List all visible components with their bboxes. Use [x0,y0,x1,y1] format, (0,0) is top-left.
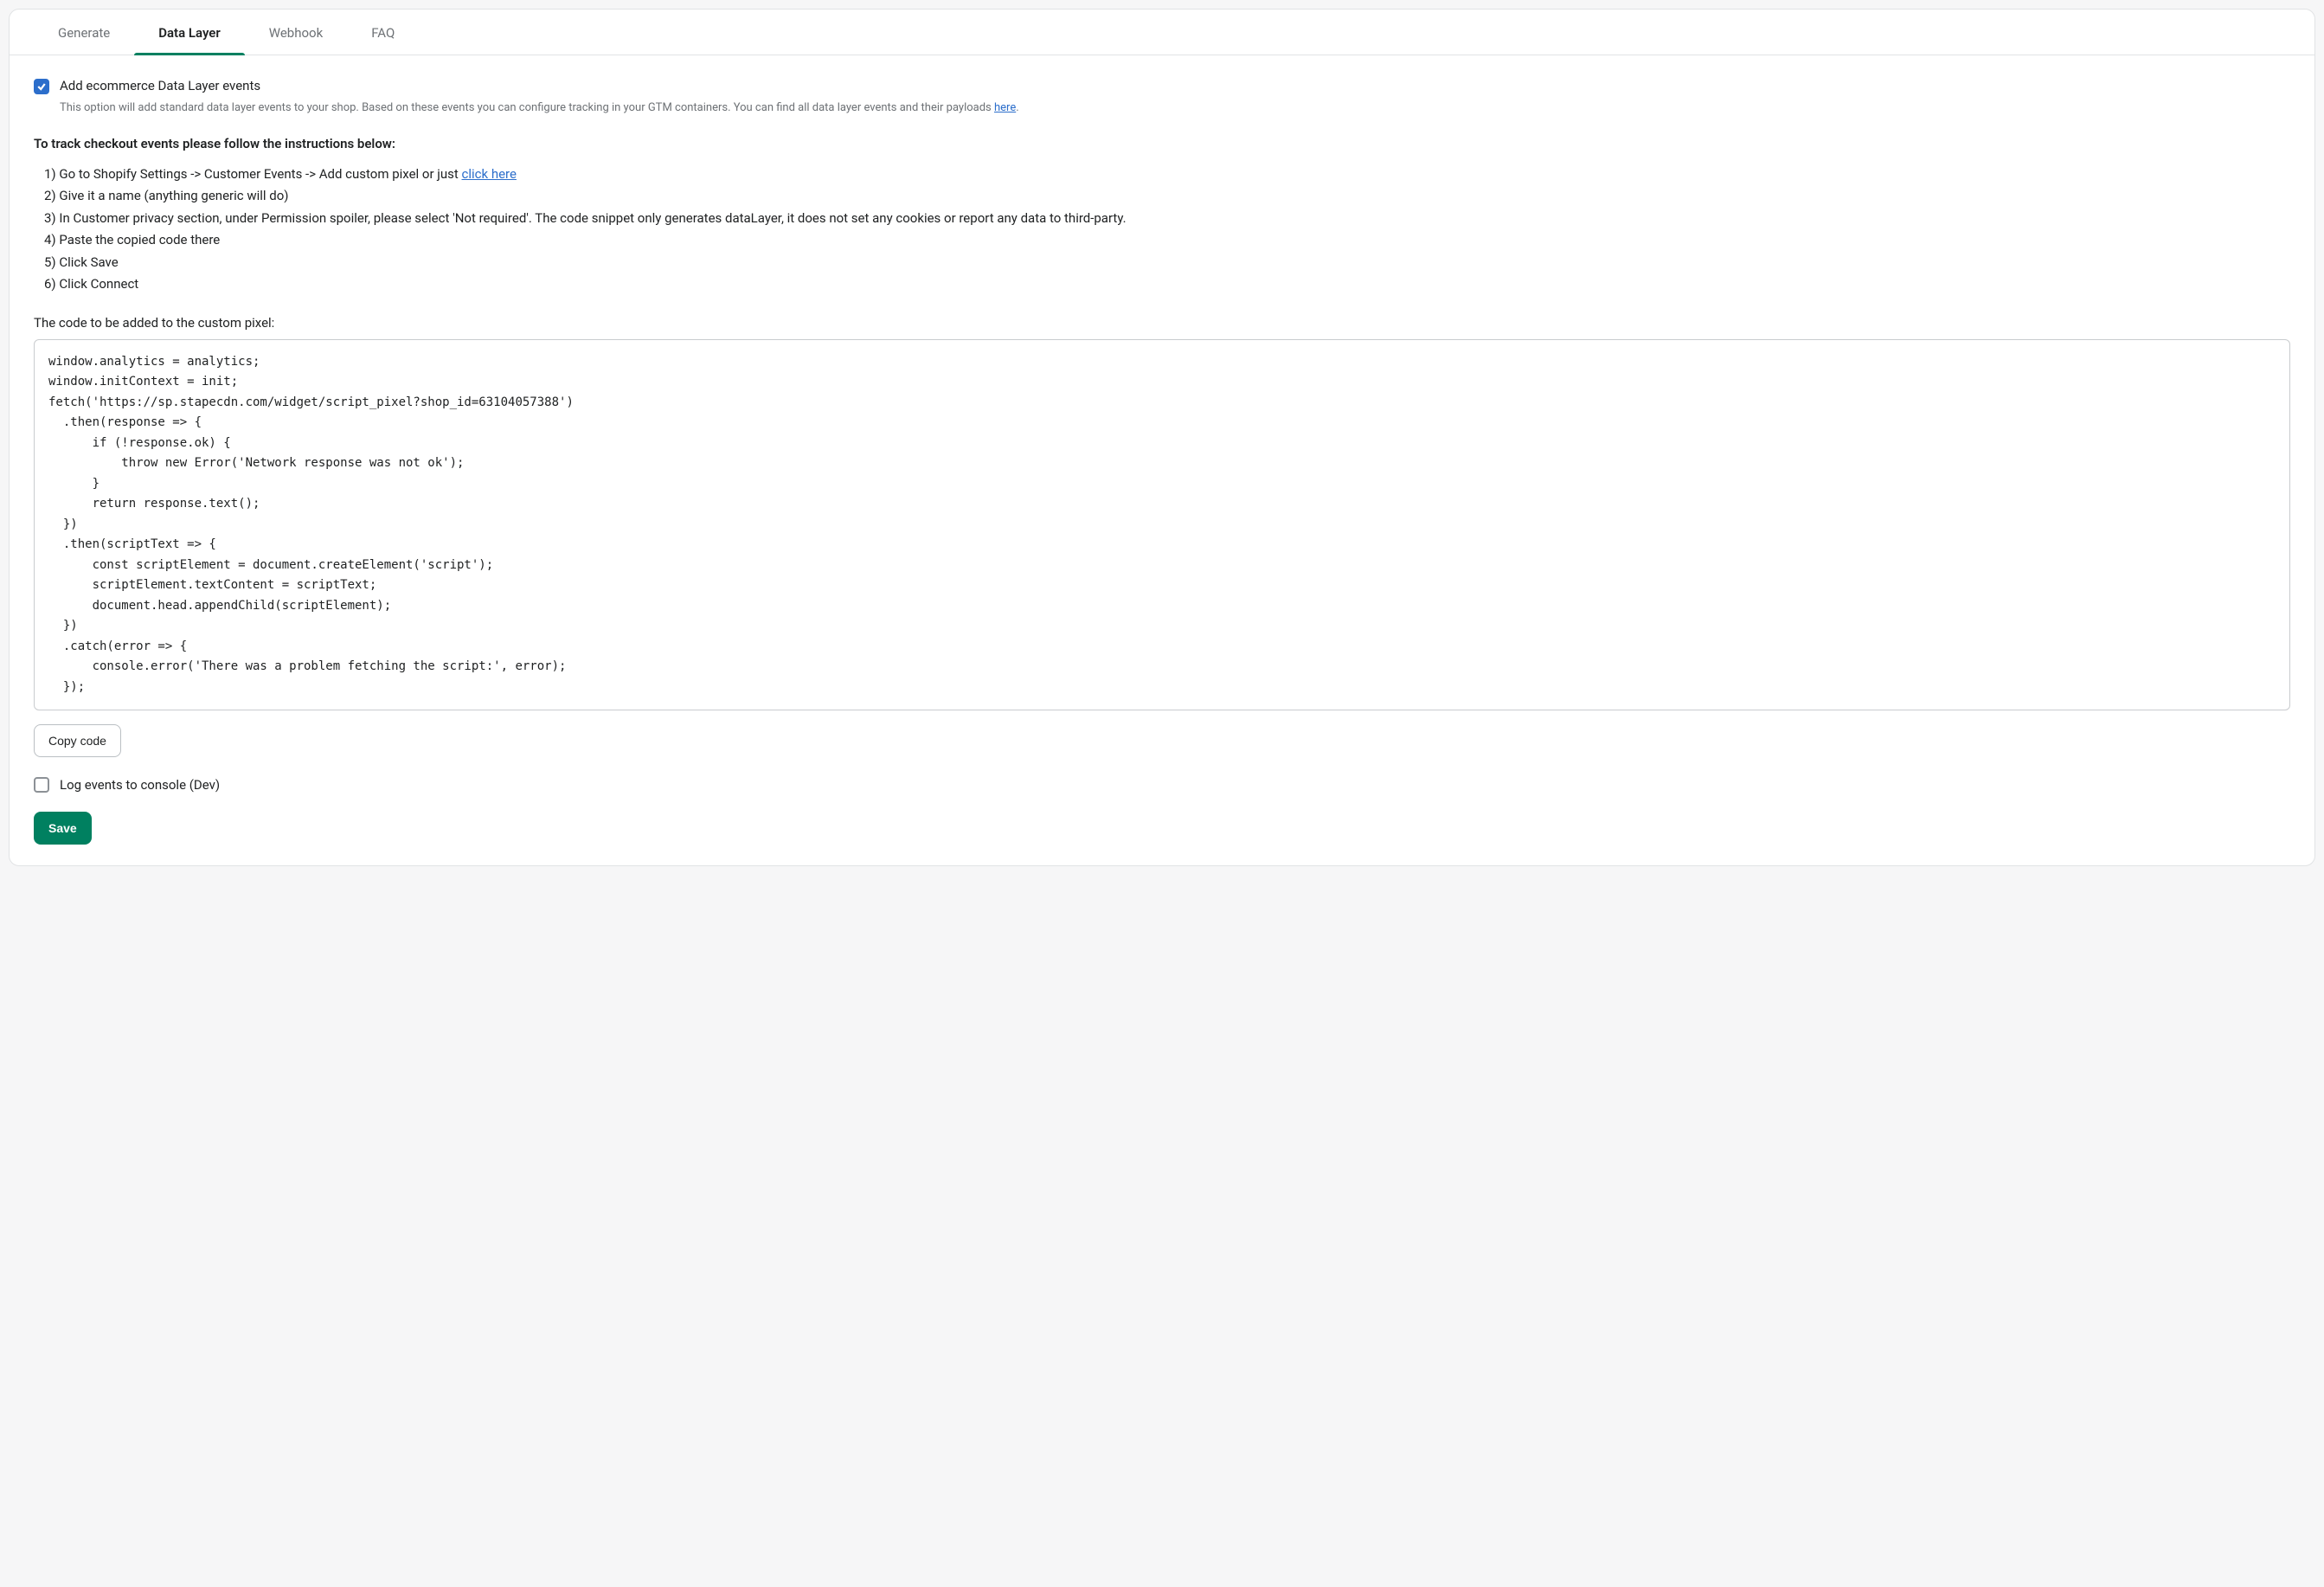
help-link-here[interactable]: here [994,101,1016,114]
help-text-suffix: . [1016,101,1018,114]
click-here-link[interactable]: click here [462,166,517,182]
save-button[interactable]: Save [34,812,92,845]
add-ecommerce-events-checkbox[interactable] [34,79,49,94]
instruction-step-2: 2) Give it a name (anything generic will… [44,185,2290,208]
tab-webhook[interactable]: Webhook [245,10,347,55]
tab-generate[interactable]: Generate [34,10,134,55]
instruction-step-3: 3) In Customer privacy section, under Pe… [44,208,2290,230]
copy-code-button[interactable]: Copy code [34,724,121,757]
log-events-checkbox[interactable] [34,777,49,793]
tab-bar: Generate Data Layer Webhook FAQ [10,10,2314,55]
tab-faq[interactable]: FAQ [347,10,419,55]
tab-content: Add ecommerce Data Layer events This opt… [10,55,2314,865]
help-text-prefix: This option will add standard data layer… [60,101,994,114]
option-help-text: This option will add standard data layer… [60,100,2290,117]
settings-card: Generate Data Layer Webhook FAQ Add ecom… [9,9,2315,866]
instructions-heading: To track checkout events please follow t… [34,136,2290,151]
code-label: The code to be added to the custom pixel… [34,315,2290,331]
instructions-list: 1) Go to Shopify Settings -> Customer Ev… [44,164,2290,296]
checkmark-icon [36,81,47,92]
log-events-label: Log events to console (Dev) [60,777,220,793]
add-ecommerce-events-label: Add ecommerce Data Layer events [60,78,260,93]
tab-data-layer[interactable]: Data Layer [134,10,245,55]
instruction-step-4: 4) Paste the copied code there [44,229,2290,252]
instruction-step-5: 5) Click Save [44,252,2290,274]
instruction-step-6: 6) Click Connect [44,273,2290,296]
instruction-step-1-prefix: 1) Go to Shopify Settings -> Customer Ev… [44,166,462,182]
code-snippet-box[interactable]: window.analytics = analytics; window.ini… [34,339,2290,711]
